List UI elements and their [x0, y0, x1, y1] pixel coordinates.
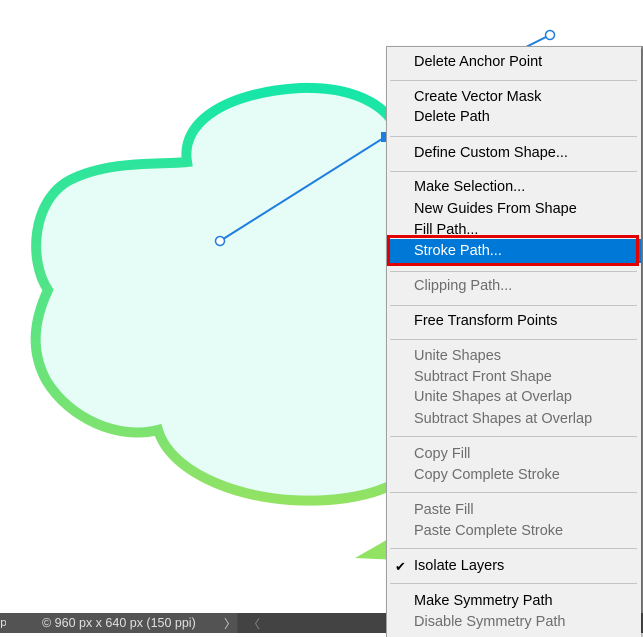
menu-item-copy-complete-stroke: Copy Complete Stroke [387, 465, 641, 486]
menu-separator [390, 136, 637, 137]
menu-separator [390, 436, 637, 437]
menu-item-label: Paste Complete Stroke [414, 523, 564, 539]
menu-item-unite-shapes-at-overlap: Unite Shapes at Overlap [387, 387, 641, 408]
menu-item-new-guides-from-shape[interactable]: New Guides From Shape [387, 199, 641, 220]
menu-item-fill-path[interactable]: Fill Path... [387, 220, 641, 241]
menu-item-label: Delete Anchor Point [414, 54, 543, 70]
menu-item-free-transform-points[interactable]: Free Transform Points [387, 311, 641, 332]
horizontal-scrollbar[interactable]: 〈 [238, 613, 388, 633]
context-menu: Delete Anchor Point Create Vector Mask D… [386, 46, 641, 637]
menu-separator [390, 339, 637, 340]
status-expand-arrow-icon[interactable]: 〉 [224, 615, 236, 632]
menu-item-make-selection[interactable]: Make Selection... [387, 177, 641, 198]
menu-item-label: Subtract Front Shape [414, 369, 552, 385]
menu-item-define-custom-shape[interactable]: Define Custom Shape... [387, 143, 641, 164]
menu-item-label: Create Vector Mask [414, 89, 542, 105]
menu-separator [390, 271, 637, 272]
menu-item-label: Isolate Layers [414, 558, 505, 574]
menu-separator [390, 171, 637, 172]
menu-item-clipping-path: Clipping Path... [387, 276, 641, 297]
menu-item-delete-path[interactable]: Delete Path [387, 107, 641, 128]
menu-item-copy-fill: Copy Fill [387, 444, 641, 465]
menu-item-label: Paste Fill [414, 502, 474, 518]
menu-separator [390, 492, 637, 493]
menu-item-label: Fill Path... [414, 222, 479, 238]
document-info[interactable]: © 960 px x 640 px (150 ppi) [42, 616, 196, 630]
menu-item-label: Subtract Shapes at Overlap [414, 411, 593, 427]
menu-item-create-vector-mask[interactable]: Create Vector Mask [387, 87, 641, 108]
menu-item-label: Make Symmetry Path [414, 593, 553, 609]
menu-item-label: Copy Fill [414, 446, 471, 462]
checkmark-icon: ✔ [395, 559, 406, 574]
menu-item-disable-symmetry-path: Disable Symmetry Path [387, 612, 641, 633]
menu-separator [390, 548, 637, 549]
menu-item-subtract-shapes-at-overlap: Subtract Shapes at Overlap [387, 409, 641, 430]
menu-item-label: Clipping Path... [414, 278, 513, 294]
menu-item-label: Make Selection... [414, 179, 526, 195]
menu-item-unite-shapes: Unite Shapes [387, 346, 641, 367]
menu-item-label: Disable Symmetry Path [414, 614, 566, 630]
menu-item-delete-anchor-point[interactable]: Delete Anchor Point [387, 52, 641, 73]
menu-item-make-symmetry-path[interactable]: Make Symmetry Path [387, 591, 641, 612]
menu-item-paste-complete-stroke: Paste Complete Stroke [387, 521, 641, 542]
menu-item-label: Stroke Path... [414, 243, 502, 259]
menu-item-label: New Guides From Shape [414, 201, 577, 217]
menu-item-label: Unite Shapes at Overlap [414, 389, 572, 405]
anchor-handle-point[interactable] [214, 235, 226, 247]
menu-separator [390, 80, 637, 81]
anchor-handle-point-top[interactable] [544, 29, 556, 41]
scroll-left-arrow-icon[interactable]: 〈 [248, 615, 260, 632]
menu-separator [390, 583, 637, 584]
menu-item-paste-fill: Paste Fill [387, 500, 641, 521]
menu-item-isolate-layers[interactable]: ✔ Isolate Layers [387, 556, 641, 577]
zoom-stub[interactable]: p [0, 616, 6, 629]
menu-item-subtract-front-shape: Subtract Front Shape [387, 367, 641, 388]
menu-item-label: Define Custom Shape... [414, 145, 568, 161]
menu-item-label: Unite Shapes [414, 348, 502, 364]
menu-separator [390, 305, 637, 306]
menu-item-label: Free Transform Points [414, 313, 558, 329]
menu-item-label: Delete Path [414, 109, 490, 125]
menu-item-stroke-path[interactable]: Stroke Path... [387, 239, 641, 263]
menu-item-label: Copy Complete Stroke [414, 467, 560, 483]
cloud-shape[interactable] [30, 82, 405, 506]
